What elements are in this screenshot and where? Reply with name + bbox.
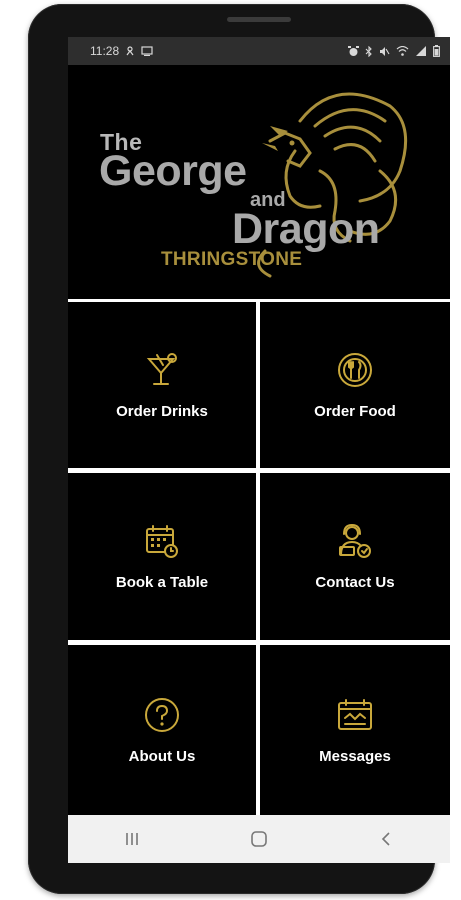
order-drinks-button[interactable]: Order Drinks <box>68 302 256 468</box>
recents-icon <box>125 833 138 845</box>
app-header: The George and Dragon THRINGSTONE <box>68 65 450 297</box>
cocktail-icon <box>146 352 177 385</box>
book-table-label: Book a Table <box>115 574 209 591</box>
phone-speaker <box>227 17 291 22</box>
order-drinks-label: Order Drinks <box>116 402 208 420</box>
status-time: 11:28 <box>90 44 120 58</box>
mute-icon <box>379 46 390 57</box>
back-icon <box>382 832 390 846</box>
phone-frame: 11:28 The George and Dragon THRINGSTONE … <box>28 4 450 894</box>
support-agent-icon <box>339 523 371 558</box>
alarm-icon <box>348 45 359 57</box>
logo-text-george: George <box>99 147 247 195</box>
notification-icon <box>125 46 135 56</box>
messages-label: Messages <box>319 747 391 765</box>
logo-text-dragon: Dragon <box>232 205 380 253</box>
battery-icon <box>433 45 440 57</box>
contact-us-button[interactable]: Contact Us <box>260 473 450 640</box>
plate-cutlery-icon <box>338 352 372 387</box>
question-circle-icon <box>145 697 179 732</box>
book-table-button[interactable]: Book a Table <box>68 473 256 640</box>
contact-us-label: Contact Us <box>315 574 395 591</box>
wifi-icon <box>396 46 409 56</box>
app-screen: 11:28 The George and Dragon THRINGSTONE … <box>68 37 450 863</box>
navigation-bar <box>68 815 450 863</box>
calendar-clock-icon <box>146 525 178 558</box>
recents-button[interactable] <box>102 819 162 859</box>
messages-button[interactable]: Messages <box>260 645 450 815</box>
order-food-label: Order Food <box>314 402 396 420</box>
bluetooth-icon <box>365 45 373 57</box>
home-button[interactable] <box>229 819 289 859</box>
menu-grid: Order Drinks Order Food Book a Table Con… <box>68 299 450 815</box>
screenshot-icon <box>141 46 153 56</box>
home-icon <box>251 831 267 847</box>
logo-text-location: THRINGSTONE <box>161 249 303 270</box>
back-button[interactable] <box>356 819 416 859</box>
about-us-label: About Us <box>128 747 196 765</box>
calendar-messages-icon <box>338 698 372 730</box>
order-food-button[interactable]: Order Food <box>260 302 450 468</box>
about-us-button[interactable]: About Us <box>68 645 256 815</box>
status-bar: 11:28 <box>68 37 450 65</box>
signal-icon <box>415 46 427 56</box>
